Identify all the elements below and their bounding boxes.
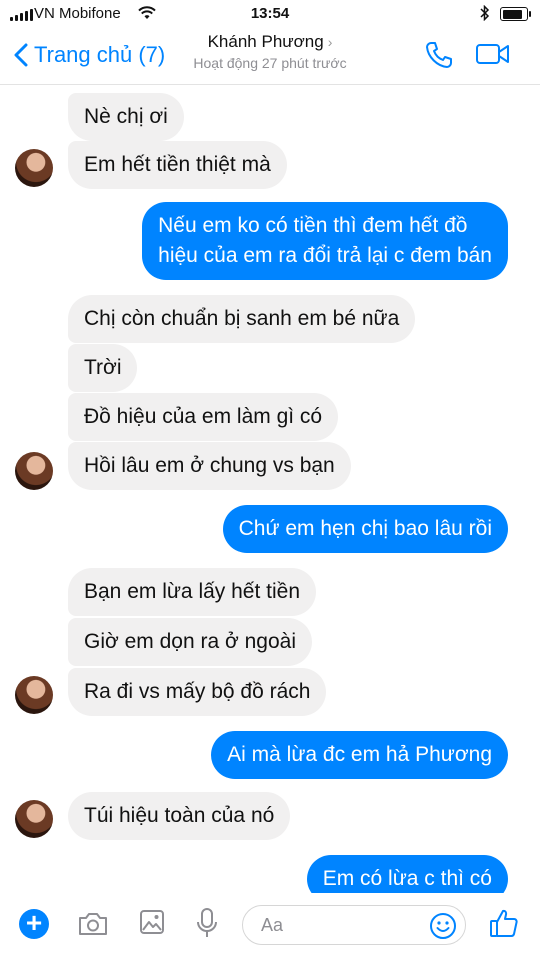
emoji-button[interactable] [429,912,457,945]
message-bubble-incoming[interactable]: Đồ hiệu của em làm gì có [68,393,339,441]
microphone-icon [197,908,217,937]
contact-avatar[interactable] [15,800,53,838]
video-camera-icon [476,44,509,64]
status-time: 13:54 [250,5,290,22]
message-bubble-incoming[interactable]: Em hết tiền thiệt mà [68,141,287,189]
plus-icon[interactable]: + [19,909,49,939]
voice-message-button[interactable] [196,907,218,944]
message-bubble-incoming[interactable]: Giờ em dọn ra ở ngoài [68,618,312,666]
message-list[interactable]: Nè chị ơi Em hết tiền thiệt mà Nếu em ko… [0,85,540,903]
message-bubble-incoming[interactable]: Túi hiệu toàn của nó [68,792,291,840]
message-bubble-outgoing[interactable]: Chứ em hẹn chị bao lâu rồi [222,505,508,553]
photo-button[interactable] [139,909,165,940]
like-button[interactable] [488,907,520,944]
video-call-button[interactable] [475,42,511,71]
message-bubble-incoming[interactable]: Ra đi vs mấy bộ đồ rách [68,668,327,716]
back-label: Trang chủ (7) [34,42,166,67]
contact-avatar[interactable] [15,676,53,714]
battery-icon [500,7,531,21]
contact-info[interactable]: Khánh Phương › Hoạt động 27 phút trước [170,32,370,71]
message-bubble-incoming[interactable]: Bạn em lừa lấy hết tiền [68,568,317,616]
camera-button[interactable] [77,911,109,942]
voice-call-button[interactable] [424,40,454,75]
image-icon [140,910,164,934]
conversation-header: Trang chủ (7) Khánh Phương › Hoạt động 27… [0,28,540,85]
contact-status: Hoạt động 27 phút trước [193,55,347,71]
message-bubble-outgoing[interactable]: Nếu em ko có tiền thì đem hết đồ hiệu củ… [142,202,508,280]
bluetooth-icon [480,4,490,25]
battery-level [502,9,523,19]
message-line: hiệu của em ra đổi trả lại c đem bán [158,244,492,267]
chevron-left-icon [14,43,28,67]
thumbs-up-icon [490,909,518,937]
chevron-right-icon: › [327,34,333,50]
message-bubble-incoming[interactable]: Nè chị ơi [68,93,184,141]
camera-icon [79,913,107,935]
message-line: Nếu em ko có tiền thì đem hết đồ [158,214,468,237]
smiley-icon [430,913,456,939]
contact-avatar[interactable] [15,452,53,490]
contact-avatar[interactable] [15,149,53,187]
phone-icon [426,42,452,68]
message-bubble-incoming[interactable]: Trời [68,344,138,392]
status-bar: VN Mobifone 13:54 [0,0,540,28]
message-bubble-incoming[interactable]: Hồi lâu em ở chung vs bạn [68,442,351,490]
message-bubble-outgoing[interactable]: Ai mà lừa đc em hả Phương [211,731,508,779]
message-composer: + [0,893,540,960]
contact-name: Khánh Phương [207,32,324,51]
back-button[interactable]: Trang chủ (7) [14,38,165,72]
message-bubble-incoming[interactable]: Chị còn chuẩn bị sanh em bé nữa [68,295,416,343]
